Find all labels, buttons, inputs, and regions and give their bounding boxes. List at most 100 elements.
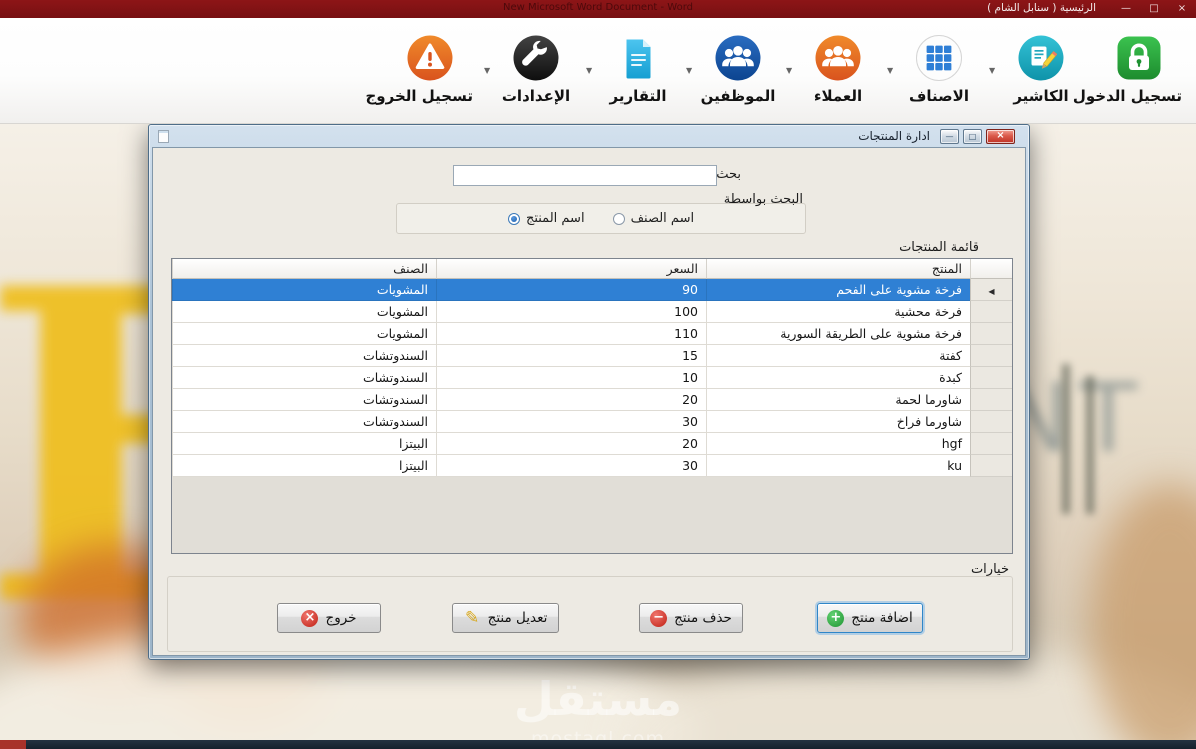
price-cell: 110: [436, 323, 706, 345]
current-row-arrow-icon: ◀: [988, 287, 995, 296]
dialog-close-button[interactable]: ×: [986, 128, 1015, 144]
dialog-title: ادارة المنتجات: [858, 129, 930, 143]
table-row[interactable]: شاورما فراخ 30 السندوتشات: [172, 411, 1012, 433]
customers-people-icon: [814, 34, 862, 82]
product-cell: فرخة محشية: [706, 301, 970, 323]
radio-circle-checked-icon: [507, 212, 520, 225]
table-row[interactable]: فرخة مشوية على الطريقة السورية 110 المشو…: [172, 323, 1012, 345]
search-input[interactable]: [453, 165, 717, 186]
product-cell: ku: [706, 455, 970, 477]
pencil-icon: ✎: [465, 607, 480, 628]
dropdown-caret-icon[interactable]: ▼: [887, 66, 893, 75]
employees-people-icon: [714, 34, 762, 82]
toolbar-item-settings[interactable]: ▼ الإعدادات: [484, 34, 579, 105]
category-cell: البيتزا: [172, 455, 436, 477]
toolbar-label-cashier: الكاشير: [1013, 87, 1069, 105]
toolbar-item-login[interactable]: تسجيل الدخول: [1072, 34, 1182, 105]
price-cell: 20: [436, 389, 706, 411]
price-cell: 20: [436, 433, 706, 455]
table-row[interactable]: كفتة 15 السندوتشات: [172, 345, 1012, 367]
taskbar-start-segment: [0, 740, 26, 749]
window-maximize-button[interactable]: □: [1148, 1, 1160, 17]
table-row[interactable]: كبدة 10 السندوتشات: [172, 367, 1012, 389]
table-row[interactable]: ◀ فرخة مشوية على الفحم 90 المشويات: [172, 279, 1012, 301]
background-document-title: New Microsoft Word Document - Word: [502, 2, 694, 13]
toolbar-item-reports[interactable]: ▼ التقارير: [586, 34, 681, 105]
main-window-titlebar: New Microsoft Word Document - Word الرئي…: [0, 0, 1196, 18]
dropdown-caret-icon[interactable]: ▼: [586, 66, 592, 75]
dropdown-caret-icon[interactable]: ▼: [484, 66, 490, 75]
delete-product-button[interactable]: حذف منتج −: [639, 603, 743, 633]
price-cell: 10: [436, 367, 706, 389]
row-selector: [970, 323, 1012, 345]
product-cell: hgf: [706, 433, 970, 455]
table-row[interactable]: شاورما لحمة 20 السندوتشات: [172, 389, 1012, 411]
table-row[interactable]: hgf 20 البيتزا: [172, 433, 1012, 455]
dialog-titlebar[interactable]: ادارة المنتجات — □ ×: [152, 125, 1026, 147]
category-cell: المشويات: [172, 279, 436, 301]
exit-button[interactable]: خروج ×: [277, 603, 381, 633]
dropdown-caret-icon[interactable]: ▼: [989, 66, 995, 75]
product-cell: كفتة: [706, 345, 970, 367]
toolbar-item-categories[interactable]: ▼ الاصناف: [887, 34, 982, 105]
edit-product-button[interactable]: تعديل منتج ✎: [452, 603, 559, 633]
table-header-row: المنتج السعر الصنف: [172, 259, 1012, 279]
options-label: خيارات: [970, 562, 1009, 577]
toolbar-item-logout[interactable]: تسجيل الخروج: [365, 34, 474, 105]
dropdown-caret-icon[interactable]: ▼: [686, 66, 692, 75]
radio-circle-icon: [612, 212, 625, 225]
toolbar-item-employees[interactable]: ▼ الموظفين: [686, 34, 781, 105]
radio-category-name[interactable]: اسم الصنف: [612, 211, 695, 226]
dialog-document-icon: [158, 129, 169, 143]
plus-icon: +: [827, 609, 845, 627]
toolbar-item-cashier[interactable]: ▼ الكاشير: [989, 34, 1084, 105]
row-selector: [970, 367, 1012, 389]
toolbar-label-settings: الإعدادات: [501, 87, 571, 105]
product-cell: شاورما لحمة: [706, 389, 970, 411]
row-selector: [970, 301, 1012, 323]
product-cell: كبدة: [706, 367, 970, 389]
category-cell: السندوتشات: [172, 411, 436, 433]
minus-icon: −: [650, 609, 668, 627]
product-cell: فرخة مشوية على الفحم: [706, 279, 970, 301]
radio-product-name[interactable]: اسم المنتج: [507, 211, 585, 226]
toolbar-label-logout: تسجيل الخروج: [365, 87, 474, 105]
dialog-minimize-button[interactable]: —: [940, 128, 959, 144]
row-selector: ◀: [970, 279, 1012, 301]
cashier-note-icon: [1017, 34, 1065, 82]
toolbar-label-reports: التقارير: [609, 87, 667, 105]
column-header-product[interactable]: المنتج: [706, 259, 970, 279]
window-close-button[interactable]: ×: [1176, 1, 1188, 17]
dialog-restore-button[interactable]: □: [963, 128, 982, 144]
screen: New Microsoft Word Document - Word الرئي…: [0, 0, 1196, 749]
product-cell: فرخة مشوية على الطريقة السورية: [706, 323, 970, 345]
toolbar-label-categories: الاصناف: [909, 87, 969, 105]
radio-category-name-label: اسم الصنف: [630, 211, 695, 226]
window-minimize-button[interactable]: —: [1120, 1, 1132, 17]
toolbar-label-employees: الموظفين: [700, 87, 776, 105]
options-groupbox: اضافة منتج + حذف منتج − تعديل منتج ✎ خرو…: [167, 576, 1013, 652]
add-product-label: اضافة منتج: [851, 610, 913, 626]
column-header-price[interactable]: السعر: [436, 259, 706, 279]
category-cell: المشويات: [172, 301, 436, 323]
row-selector: [970, 433, 1012, 455]
category-cell: السندوتشات: [172, 345, 436, 367]
report-document-icon: [614, 34, 662, 82]
background-glass-stem: [1062, 364, 1070, 514]
product-cell: شاورما فراخ: [706, 411, 970, 433]
add-product-button[interactable]: اضافة منتج +: [817, 603, 923, 633]
toolbar-label-login: تسجيل الدخول: [1072, 87, 1182, 105]
exit-label: خروج: [325, 610, 357, 626]
price-cell: 30: [436, 411, 706, 433]
radio-product-name-label: اسم المنتج: [525, 211, 585, 226]
dropdown-caret-icon[interactable]: ▼: [786, 66, 792, 75]
products-dialog: ادارة المنتجات — □ × بحث البحث بواسطة اس…: [148, 124, 1030, 660]
logout-warning-icon: [406, 34, 454, 82]
category-cell: البيتزا: [172, 433, 436, 455]
column-header-category[interactable]: الصنف: [172, 259, 436, 279]
price-cell: 15: [436, 345, 706, 367]
table-row[interactable]: فرخة محشية 100 المشويات: [172, 301, 1012, 323]
login-lock-icon: [1115, 34, 1163, 82]
toolbar-item-customers[interactable]: ▼ العملاء: [786, 34, 881, 105]
table-row[interactable]: ku 30 البيتزا: [172, 455, 1012, 477]
